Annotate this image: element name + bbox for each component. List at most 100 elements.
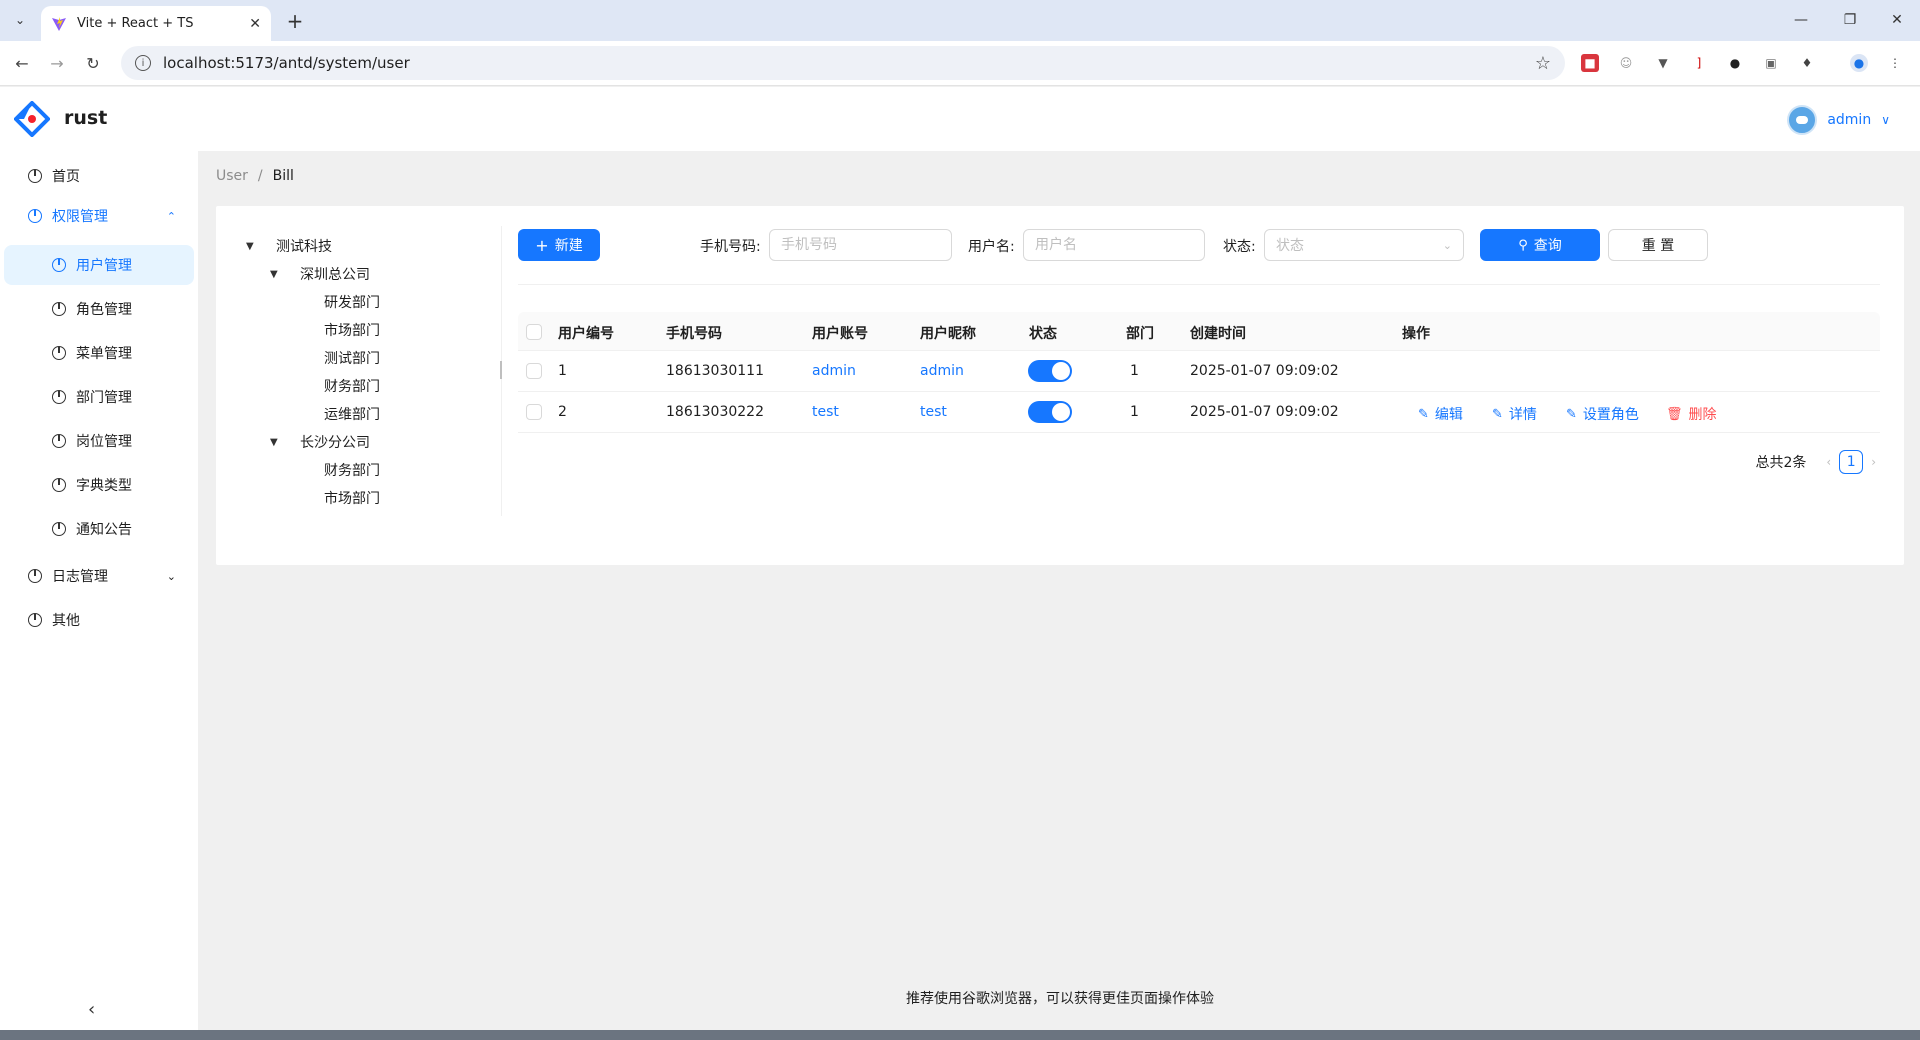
- browser-menu-icon[interactable]: ⋮: [1886, 54, 1904, 72]
- tree-node[interactable]: 财务部门: [324, 460, 380, 480]
- sidebar-item-other[interactable]: 其他: [4, 600, 194, 640]
- status-switch[interactable]: [1028, 360, 1072, 382]
- avatar[interactable]: [1787, 105, 1818, 135]
- sidebar-item-label: 岗位管理: [76, 434, 132, 450]
- tree-node[interactable]: 测试部门: [324, 348, 380, 368]
- detail-action[interactable]: ✎ 详情: [1492, 404, 1537, 424]
- restore-icon[interactable]: ❐: [1827, 8, 1873, 32]
- tree-node[interactable]: 长沙分公司: [300, 432, 370, 452]
- edit-icon: ✎: [1492, 406, 1503, 422]
- column-header: 状态: [1029, 326, 1057, 342]
- search-icon: ⚲: [1518, 237, 1528, 253]
- sidebar-item-logs[interactable]: 日志管理 ⌄: [4, 556, 194, 596]
- site-info-icon[interactable]: i: [135, 55, 151, 71]
- extension-bracket-icon[interactable]: ]: [1690, 54, 1708, 72]
- caret-down-icon[interactable]: ▼: [270, 269, 278, 280]
- phone-input[interactable]: [769, 229, 952, 261]
- back-icon[interactable]: ←: [8, 49, 36, 77]
- table-header: 用户编号 手机号码 用户账号 用户昵称 状态 部门 创建时间 操作: [518, 312, 1880, 351]
- status-label: 状态:: [1223, 239, 1256, 255]
- forward-icon[interactable]: →: [43, 49, 71, 77]
- edit-action[interactable]: ✎ 编辑: [1418, 404, 1463, 424]
- cell-account-link[interactable]: admin: [812, 363, 856, 379]
- caret-down-icon[interactable]: ▼: [246, 241, 254, 252]
- delete-action[interactable]: 🗑 删除: [1666, 404, 1717, 424]
- app-header: rust admin ∨: [0, 87, 1920, 151]
- row-checkbox[interactable]: [526, 404, 542, 420]
- tree-node[interactable]: 测试科技: [276, 236, 332, 256]
- chevron-down-icon: ⌄: [1442, 238, 1452, 252]
- sidebar-item-permissions[interactable]: 权限管理 ⌃: [4, 196, 194, 236]
- breadcrumb-separator: /: [257, 168, 263, 184]
- profile-icon[interactable]: ●: [1850, 54, 1868, 72]
- pie-chart-icon: [52, 390, 66, 404]
- trash-icon: 🗑: [1666, 406, 1683, 422]
- username-input[interactable]: [1023, 229, 1205, 261]
- status-select[interactable]: 状态 ⌄: [1264, 229, 1464, 261]
- tree-node[interactable]: 运维部门: [324, 404, 380, 424]
- status-switch[interactable]: [1028, 401, 1072, 423]
- extension-face-icon[interactable]: ☺: [1617, 54, 1635, 72]
- user-menu[interactable]: admin ∨: [1787, 105, 1890, 135]
- window-close-icon[interactable]: ✕: [1874, 8, 1920, 32]
- query-button[interactable]: ⚲ 查询: [1480, 229, 1600, 261]
- tree-node[interactable]: 市场部门: [324, 320, 380, 340]
- column-header: 操作: [1402, 326, 1430, 342]
- sidebar-item-users[interactable]: 用户管理: [4, 245, 194, 285]
- cell-dept: 1: [1130, 404, 1139, 420]
- set-role-action-label: 设置角色: [1582, 407, 1639, 423]
- sidebar-item-posts[interactable]: 岗位管理: [4, 421, 194, 461]
- sidebar-item-notices[interactable]: 通知公告: [4, 509, 194, 549]
- extension-bear-icon[interactable]: ●: [1726, 54, 1744, 72]
- table-row: 1 18613030111 admin admin 1 2025-01-07 0…: [518, 351, 1880, 392]
- chevron-down-icon[interactable]: ∨: [1881, 113, 1890, 127]
- cell-nickname-link[interactable]: admin: [920, 363, 964, 379]
- tree-node[interactable]: 深圳总公司: [300, 264, 370, 284]
- reset-button-label: 重 置: [1641, 238, 1675, 254]
- edit-icon: ✎: [1566, 406, 1577, 422]
- row-checkbox[interactable]: [526, 363, 542, 379]
- chevron-right-icon[interactable]: ›: [1871, 455, 1876, 469]
- chevron-left-icon[interactable]: ‹: [1826, 455, 1831, 469]
- new-tab-button[interactable]: +: [283, 9, 307, 33]
- select-all-checkbox[interactable]: [526, 324, 542, 340]
- extension-camera-icon[interactable]: ▣: [1762, 54, 1780, 72]
- caret-down-icon[interactable]: ▼: [270, 437, 278, 448]
- user-name[interactable]: admin: [1827, 112, 1871, 128]
- sidebar-item-label: 用户管理: [76, 258, 132, 274]
- sidebar-item-dict-types[interactable]: 字典类型: [4, 465, 194, 505]
- tree-node[interactable]: 财务部门: [324, 376, 380, 396]
- new-button[interactable]: + 新建: [518, 229, 600, 261]
- bookmark-star-icon[interactable]: ☆: [1535, 53, 1551, 74]
- tree-node[interactable]: 研发部门: [324, 292, 380, 312]
- tab-close-icon[interactable]: ✕: [249, 16, 261, 32]
- reload-icon[interactable]: ↻: [79, 49, 107, 77]
- address-bar[interactable]: i localhost:5173/antd/system/user ☆: [121, 46, 1565, 80]
- sidebar-item-roles[interactable]: 角色管理: [4, 289, 194, 329]
- cell-nickname-link[interactable]: test: [920, 404, 947, 420]
- sidebar-item-departments[interactable]: 部门管理: [4, 377, 194, 417]
- reset-button[interactable]: 重 置: [1608, 229, 1708, 261]
- collapse-sidebar-icon[interactable]: ‹: [88, 999, 95, 1020]
- sidebar-item-home[interactable]: 首页: [4, 156, 194, 196]
- pagination-total: 总共2条: [1755, 455, 1807, 471]
- breadcrumb-parent[interactable]: User: [216, 168, 248, 184]
- minimize-icon[interactable]: —: [1778, 8, 1824, 32]
- page-number[interactable]: 1: [1839, 450, 1864, 474]
- column-header: 创建时间: [1190, 326, 1246, 342]
- tab-search-icon[interactable]: ⌄: [8, 8, 32, 32]
- footer-text: 推荐使用谷歌浏览器，可以获得更佳页面操作体验: [906, 991, 1214, 1007]
- cell-account-link[interactable]: test: [812, 404, 839, 420]
- browser-tab[interactable]: Vite + React + TS ✕: [41, 6, 271, 41]
- tab-title: Vite + React + TS: [77, 16, 194, 31]
- column-header: 用户账号: [812, 326, 868, 342]
- resize-handle[interactable]: [500, 361, 502, 379]
- column-header: 手机号码: [666, 326, 722, 342]
- sidebar-item-menus[interactable]: 菜单管理: [4, 333, 194, 373]
- set-role-action[interactable]: ✎ 设置角色: [1566, 404, 1639, 424]
- tree-node[interactable]: 市场部门: [324, 488, 380, 508]
- column-header: 用户编号: [558, 326, 614, 342]
- extensions-puzzle-icon[interactable]: ♦: [1798, 54, 1816, 72]
- extension-red-icon[interactable]: ■: [1581, 54, 1599, 72]
- extension-v-icon[interactable]: ▼: [1654, 54, 1672, 72]
